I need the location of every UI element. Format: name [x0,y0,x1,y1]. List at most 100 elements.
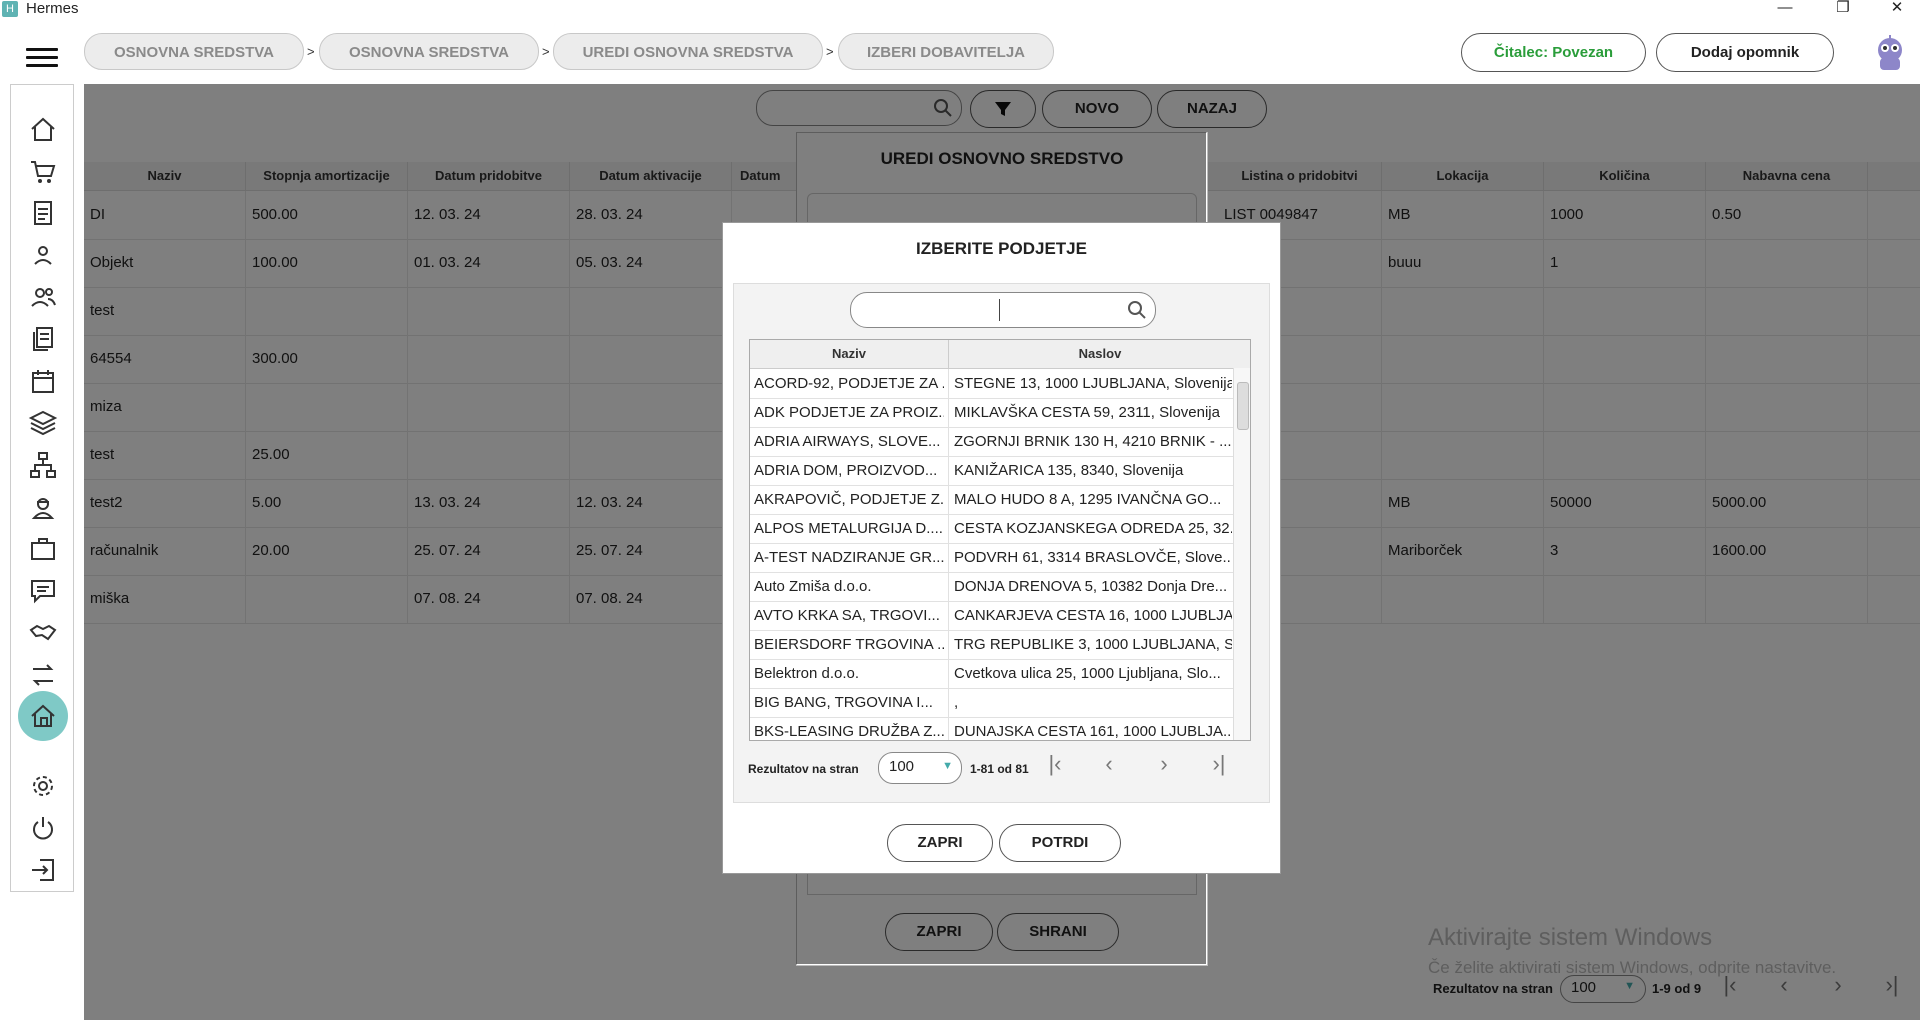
logout-icon[interactable] [11,853,75,887]
scrollbar-thumb[interactable] [1237,382,1249,430]
column-header-naslov[interactable]: Naslov [949,340,1250,368]
company-address: TRG REPUBLIKE 3, 1000 LJUBLJANA, S... [954,636,1232,653]
select-per-page-select[interactable]: 100 ▼ [878,752,962,784]
menu-icon[interactable] [26,48,58,72]
company-address: , [954,694,959,711]
hierarchy-icon[interactable] [11,448,75,482]
breadcrumb-item-1[interactable]: OSNOVNA SREDSTVA [84,33,304,70]
prev-page-icon[interactable]: ‹ [1094,751,1124,777]
company-address: Cvetkova ulica 25, 1000 Ljubljana, Slo..… [954,665,1221,682]
chat-icon[interactable] [11,574,75,608]
list-item[interactable]: A-TEST NADZIRANJE GR... PODVRH 61, 3314 B… [750,543,1234,573]
select-company-dialog: IZBERITE PODJETJE Naziv Naslov ACORD-92,… [722,222,1281,874]
worker-icon[interactable] [11,490,75,524]
list-item[interactable]: BKS-LEASING DRUŽBA Z... DUNAJSKA CESTA 16… [750,717,1234,740]
company-address: KANIŽARICA 135, 8340, Slovenija [954,462,1184,479]
company-name: BEIERSDORF TRGOVINA ... [754,636,944,653]
documents-icon[interactable] [11,322,75,356]
column-divider [948,543,949,572]
company-name: ALPOS METALURGIJA D.... [754,520,943,537]
breadcrumb-item-4[interactable]: IZBERI DOBAVITELJA [838,33,1054,70]
list-item[interactable]: BIG BANG, TRGOVINA I..., [750,688,1234,718]
list-item[interactable]: Auto Zmiša d.o.o. DONJA DRENOVA 5, 10382 … [750,572,1234,602]
briefcase-icon[interactable] [11,532,75,566]
close-window-button[interactable]: ✕ [1874,0,1920,18]
column-divider [948,572,949,601]
company-address: ZGORNJI BRNIK 130 H, 4210 BRNIK - ... [954,433,1232,450]
house-active-icon[interactable] [18,691,68,741]
column-divider [948,456,949,485]
user-icon[interactable] [11,238,75,272]
handshake-icon[interactable] [11,616,75,650]
column-divider [948,630,949,659]
home-icon[interactable] [11,112,75,146]
sidebar [10,84,74,892]
power-icon[interactable] [11,811,75,845]
list-item[interactable]: ADRIA DOM, PROIZVOD... KANIŽARICA 135, 83… [750,456,1234,486]
column-divider [948,369,949,398]
company-name: Belektron d.o.o. [754,665,860,682]
company-address: DONJA DRENOVA 5, 10382 Donja Dre... [954,578,1228,595]
list-item[interactable]: ADK PODJETJE ZA PROIZ... MIKLAVŠKA CESTA … [750,398,1234,428]
company-address: STEGNE 13, 1000 LJUBLJANA, Slovenija [954,375,1232,392]
list-item[interactable]: ACORD-92, PODJETJE ZA ... STEGNE 13, 1000… [750,369,1234,399]
first-page-icon[interactable]: |‹ [1040,751,1070,777]
scrollbar[interactable] [1233,368,1250,740]
layers-icon[interactable] [11,406,75,440]
chevron-down-icon: ▼ [942,760,953,772]
avatar[interactable] [1870,32,1910,72]
breadcrumb-item-3[interactable]: UREDI OSNOVNA SREDSTVA [553,33,823,70]
users-icon[interactable] [11,280,75,314]
company-name: ACORD-92, PODJETJE ZA ... [754,375,944,392]
company-name: ADRIA AIRWAYS, SLOVE... [754,433,941,450]
search-icon [1128,301,1146,319]
title-bar: H Hermes — ❐ ✕ [0,0,1920,18]
list-item[interactable]: ADRIA AIRWAYS, SLOVE... ZGORNJI BRNIK 130… [750,427,1234,457]
document-icon[interactable] [11,196,75,230]
company-address: CESTA KOZJANSKEGA ODREDA 25, 32... [954,520,1232,537]
text-cursor [999,299,1000,321]
app-title: Hermes [26,0,79,17]
company-address: MIKLAVŠKA CESTA 59, 2311, Slovenija [954,404,1220,421]
last-page-icon[interactable]: ›| [1204,751,1234,777]
select-pager-range: 1-81 od 81 [970,762,1029,776]
cart-icon[interactable] [11,154,75,188]
company-address: CANKARJEVA CESTA 16, 1000 LJUBLJA... [954,607,1232,624]
company-name: BKS-LEASING DRUŽBA Z... [754,723,944,740]
add-reminder-button[interactable]: Dodaj opomnik [1656,33,1834,72]
list-item[interactable]: ALPOS METALURGIJA D.... CESTA KOZJANSKEGA… [750,514,1234,544]
list-item[interactable]: BEIERSDORF TRGOVINA ... TRG REPUBLIKE 3, … [750,630,1234,660]
select-confirm-button[interactable]: POTRDI [999,824,1121,862]
column-divider [948,717,949,740]
gear-icon[interactable] [11,769,75,803]
company-address: PODVRH 61, 3314 BRASLOVČE, Slove... [954,549,1232,566]
column-header-naziv[interactable]: Naziv [750,340,949,368]
column-divider [948,398,949,427]
select-dialog-title: IZBERITE PODJETJE [916,239,1087,258]
column-divider [948,514,949,543]
minimize-button[interactable]: — [1762,0,1808,18]
restore-button[interactable]: ❐ [1820,0,1866,18]
calendar-icon[interactable] [11,364,75,398]
list-item[interactable]: AVTO KRKA SA, TRGOVI... CANKARJEVA CESTA … [750,601,1234,631]
select-close-button[interactable]: ZAPRI [887,824,993,862]
company-name: BIG BANG, TRGOVINA I... [754,694,933,711]
list-item[interactable]: Belektron d.o.o. Cvetkova ulica 25, 1000 … [750,659,1234,689]
column-divider [948,688,949,717]
column-divider [948,485,949,514]
list-item[interactable]: AKRAPOVIČ, PODJETJE Z... MALO HUDO 8 A, 1… [750,485,1234,515]
next-page-icon[interactable]: › [1149,751,1179,777]
app-icon: H [2,1,18,17]
company-search-input[interactable] [850,292,1156,328]
breadcrumb-separator: > [307,44,315,59]
company-address: MALO HUDO 8 A, 1295 IVANČNA GO... [954,491,1222,508]
select-pager-label: Rezultatov na stran [748,762,859,776]
reader-status-button[interactable]: Čitalec: Povezan [1461,33,1646,72]
column-divider [948,659,949,688]
transfer-icon[interactable] [11,658,75,692]
column-divider [948,427,949,456]
company-name: A-TEST NADZIRANJE GR... [754,549,944,566]
company-table-header: Naziv Naslov [750,340,1250,369]
breadcrumb-item-2[interactable]: OSNOVNA SREDSTVA [319,33,539,70]
company-name: Auto Zmiša d.o.o. [754,578,872,595]
